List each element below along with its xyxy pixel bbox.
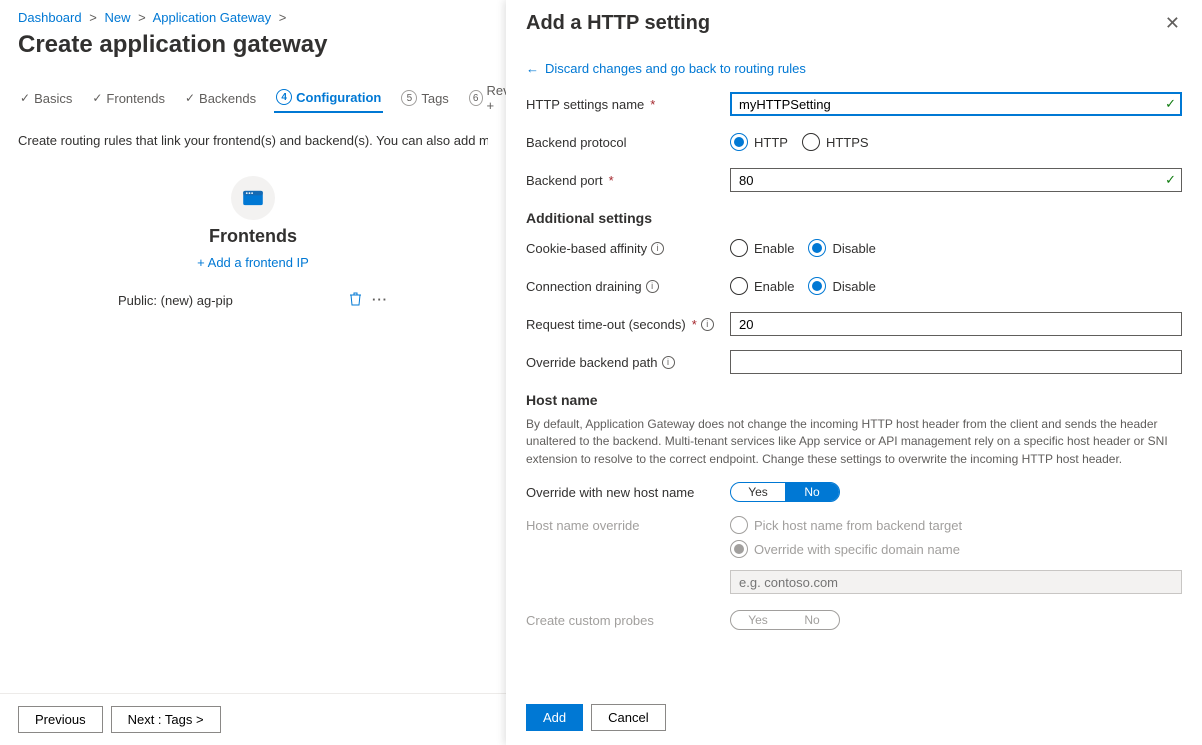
radio-label: HTTP bbox=[754, 135, 788, 150]
host-pick-backend-radio: Pick host name from backend target bbox=[730, 516, 962, 534]
breadcrumb-dashboard[interactable]: Dashboard bbox=[18, 10, 82, 25]
breadcrumb-sep: > bbox=[138, 10, 146, 25]
radio-label: Disable bbox=[832, 279, 875, 294]
custom-probes-toggle: Yes No bbox=[730, 610, 840, 630]
tab-label: Tags bbox=[421, 91, 448, 106]
label-backend-protocol: Backend protocol bbox=[526, 135, 626, 150]
step-number-icon: 4 bbox=[276, 89, 292, 105]
label-host-name-override: Host name override bbox=[526, 518, 639, 533]
discard-back-link[interactable]: Discard changes and go back to routing r… bbox=[545, 61, 806, 76]
wizard-footer: Previous Next : Tags > bbox=[0, 693, 506, 745]
radio-label: Pick host name from backend target bbox=[754, 518, 962, 533]
step-number-icon: 6 bbox=[469, 90, 483, 106]
host-override-specific-radio: Override with specific domain name bbox=[730, 540, 962, 558]
cookie-enable-radio[interactable]: Enable bbox=[730, 239, 794, 257]
blade-footer: Add Cancel bbox=[506, 692, 1202, 745]
label-override-backend-path: Override backend path bbox=[526, 355, 658, 370]
host-name-description: By default, Application Gateway does not… bbox=[526, 416, 1182, 468]
frontend-row: Public: (new) ag-pip ··· bbox=[108, 284, 398, 317]
radio-label: Disable bbox=[832, 241, 875, 256]
previous-button[interactable]: Previous bbox=[18, 706, 103, 733]
label-override-new-host: Override with new host name bbox=[526, 485, 694, 500]
info-icon[interactable]: i bbox=[662, 356, 675, 369]
delete-icon[interactable] bbox=[349, 292, 362, 309]
helper-text: Create routing rules that link your fron… bbox=[18, 133, 488, 148]
valid-check-icon: ✓ bbox=[1165, 96, 1176, 112]
check-icon: ✓ bbox=[92, 91, 102, 105]
section-additional-settings: Additional settings bbox=[526, 210, 1182, 226]
more-icon[interactable]: ··· bbox=[372, 292, 388, 309]
label-request-timeout: Request time-out (seconds) bbox=[526, 317, 686, 332]
info-icon[interactable]: i bbox=[651, 242, 664, 255]
arrow-left-icon: ← bbox=[526, 61, 539, 76]
toggle-no: No bbox=[785, 611, 839, 629]
radio-label: Enable bbox=[754, 241, 794, 256]
required-icon: * bbox=[609, 173, 614, 188]
breadcrumb: Dashboard > New > Application Gateway > bbox=[18, 10, 488, 25]
tab-tags[interactable]: 5 Tags bbox=[399, 84, 450, 112]
tab-configuration[interactable]: 4 Configuration bbox=[274, 83, 383, 113]
valid-check-icon: ✓ bbox=[1165, 172, 1176, 188]
tab-label: Configuration bbox=[296, 90, 381, 105]
host-name-input bbox=[730, 570, 1182, 594]
required-icon: * bbox=[650, 97, 655, 112]
page-title: Create application gateway bbox=[18, 31, 488, 59]
label-backend-port: Backend port bbox=[526, 173, 603, 188]
close-icon[interactable]: ✕ bbox=[1163, 12, 1182, 34]
frontends-title: Frontends bbox=[108, 226, 398, 247]
cookie-disable-radio[interactable]: Disable bbox=[808, 239, 875, 257]
breadcrumb-sep: > bbox=[279, 10, 287, 25]
backend-port-input[interactable] bbox=[730, 168, 1182, 192]
frontend-label: Public: (new) ag-pip bbox=[118, 293, 233, 308]
required-icon: * bbox=[692, 317, 697, 332]
check-icon: ✓ bbox=[185, 91, 195, 105]
drain-disable-radio[interactable]: Disable bbox=[808, 277, 875, 295]
breadcrumb-appgw[interactable]: Application Gateway bbox=[153, 10, 272, 25]
tab-label: Basics bbox=[34, 91, 72, 106]
add-http-setting-blade: Add a HTTP setting ✕ ← Discard changes a… bbox=[506, 0, 1202, 745]
protocol-https-radio[interactable]: HTTPS bbox=[802, 133, 869, 151]
tab-label: Frontends bbox=[106, 91, 165, 106]
breadcrumb-sep: > bbox=[89, 10, 97, 25]
info-icon[interactable]: i bbox=[646, 280, 659, 293]
label-connection-draining: Connection draining bbox=[526, 279, 642, 294]
label-cookie-affinity: Cookie-based affinity bbox=[526, 241, 647, 256]
label-create-custom-probes: Create custom probes bbox=[526, 613, 654, 628]
radio-label: HTTPS bbox=[826, 135, 869, 150]
tab-backends[interactable]: ✓ Backends bbox=[183, 85, 258, 112]
tab-basics[interactable]: ✓ Basics bbox=[18, 85, 74, 112]
add-button[interactable]: Add bbox=[526, 704, 583, 731]
breadcrumb-new[interactable]: New bbox=[104, 10, 130, 25]
section-host-name: Host name bbox=[526, 392, 1182, 408]
info-icon[interactable]: i bbox=[701, 318, 714, 331]
step-number-icon: 5 bbox=[401, 90, 417, 106]
frontends-icon bbox=[231, 176, 275, 220]
override-host-toggle[interactable]: Yes No bbox=[730, 482, 840, 502]
check-icon: ✓ bbox=[20, 91, 30, 105]
http-settings-name-input[interactable] bbox=[730, 92, 1182, 116]
toggle-yes[interactable]: Yes bbox=[731, 483, 785, 501]
tab-frontends[interactable]: ✓ Frontends bbox=[90, 85, 167, 112]
protocol-http-radio[interactable]: HTTP bbox=[730, 133, 788, 151]
request-timeout-input[interactable] bbox=[730, 312, 1182, 336]
label-http-settings-name: HTTP settings name bbox=[526, 97, 644, 112]
frontends-card: Frontends + Add a frontend IP Public: (n… bbox=[108, 176, 398, 317]
next-button[interactable]: Next : Tags > bbox=[111, 706, 221, 733]
cancel-button[interactable]: Cancel bbox=[591, 704, 665, 731]
toggle-no[interactable]: No bbox=[785, 483, 839, 501]
radio-label: Override with specific domain name bbox=[754, 542, 960, 557]
blade-title: Add a HTTP setting bbox=[526, 12, 710, 35]
toggle-yes: Yes bbox=[731, 611, 785, 629]
radio-label: Enable bbox=[754, 279, 794, 294]
wizard-tabs: ✓ Basics ✓ Frontends ✓ Backends 4 Config… bbox=[18, 77, 488, 119]
add-frontend-ip-link[interactable]: + Add a frontend IP bbox=[108, 255, 398, 270]
drain-enable-radio[interactable]: Enable bbox=[730, 277, 794, 295]
tab-label: Backends bbox=[199, 91, 256, 106]
override-backend-path-input[interactable] bbox=[730, 350, 1182, 374]
